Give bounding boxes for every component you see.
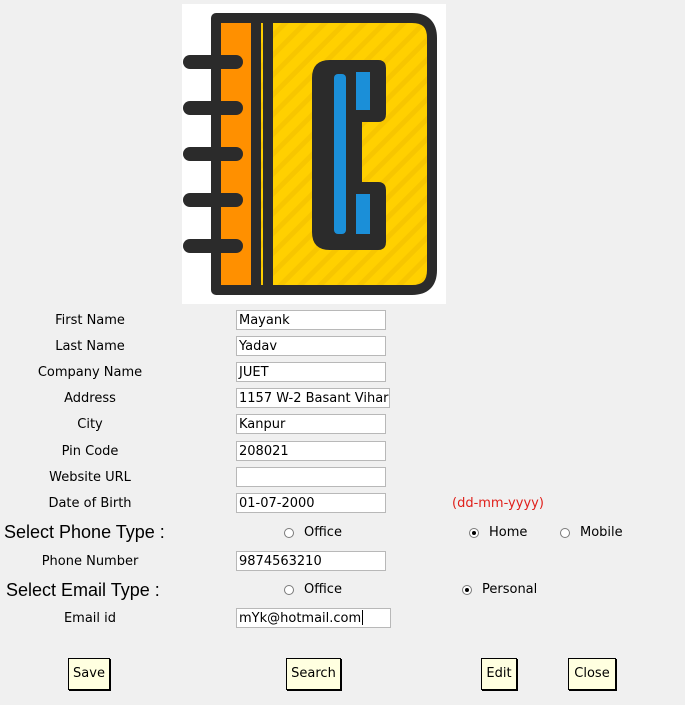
- address-book-logo-icon: [182, 4, 446, 304]
- city-label: City: [77, 417, 103, 432]
- last-name-input[interactable]: Yadav: [236, 336, 386, 356]
- company-name-input[interactable]: JUET: [236, 362, 386, 382]
- email-type-personal-radio[interactable]: Personal: [462, 582, 537, 598]
- website-url-label: Website URL: [49, 470, 131, 485]
- email-type-office-radio[interactable]: Office: [284, 582, 342, 598]
- pin-code-label: Pin Code: [61, 444, 119, 459]
- website-url-input[interactable]: [236, 467, 386, 487]
- address-input[interactable]: 1157 W-2 Basant Vihar: [236, 388, 390, 408]
- first-name-input[interactable]: Mayank: [236, 310, 386, 330]
- phone-type-office-radio[interactable]: Office: [284, 525, 342, 541]
- radio-selected-icon: [469, 528, 479, 538]
- email-type-label: Select Email Type :: [6, 580, 160, 600]
- date-of-birth-input[interactable]: 01-07-2000: [236, 493, 386, 513]
- radio-circle-icon: [560, 528, 570, 538]
- email-type-office-label: Office: [304, 582, 342, 597]
- phone-type-mobile-label: Mobile: [580, 525, 623, 540]
- date-of-birth-label: Date of Birth: [48, 496, 132, 511]
- radio-circle-icon: [284, 585, 294, 595]
- phone-number-input[interactable]: 9874563210: [236, 551, 386, 571]
- first-name-label: First Name: [55, 313, 125, 328]
- email-id-value: mYk@hotmail.com: [239, 611, 362, 626]
- search-button[interactable]: Search: [286, 658, 341, 690]
- phone-type-home-radio[interactable]: Home: [469, 525, 527, 541]
- phone-number-label: Phone Number: [41, 554, 139, 569]
- city-input[interactable]: Kanpur: [236, 414, 386, 434]
- phone-type-label: Select Phone Type :: [4, 522, 165, 542]
- pin-code-input[interactable]: 208021: [236, 441, 386, 461]
- radio-circle-icon: [284, 528, 294, 538]
- edit-button[interactable]: Edit: [481, 658, 517, 690]
- phone-type-office-label: Office: [304, 525, 342, 540]
- close-button[interactable]: Close: [568, 658, 616, 690]
- company-name-label: Company Name: [37, 365, 143, 380]
- last-name-label: Last Name: [55, 339, 125, 354]
- email-id-input[interactable]: mYk@hotmail.com: [236, 608, 391, 628]
- save-button[interactable]: Save: [68, 658, 110, 690]
- phone-type-home-label: Home: [489, 525, 528, 540]
- radio-selected-icon: [462, 585, 472, 595]
- address-label: Address: [64, 391, 116, 406]
- email-id-label: Email id: [63, 611, 117, 626]
- date-format-hint: (dd-mm-yyyy): [452, 496, 544, 511]
- text-cursor: [362, 610, 364, 625]
- email-type-personal-label: Personal: [482, 582, 538, 597]
- phone-type-mobile-radio[interactable]: Mobile: [560, 525, 623, 541]
